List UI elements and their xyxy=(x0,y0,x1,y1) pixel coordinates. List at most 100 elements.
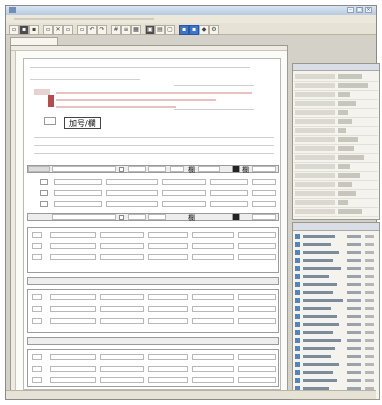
list-item[interactable] xyxy=(295,321,377,328)
text-field[interactable] xyxy=(128,214,146,220)
text-field[interactable] xyxy=(100,243,144,249)
cut-icon[interactable]: ✕ xyxy=(53,25,63,35)
grid-icon[interactable]: # xyxy=(111,25,121,35)
text-field[interactable] xyxy=(192,243,234,249)
property-row[interactable] xyxy=(294,163,378,172)
list-item[interactable] xyxy=(295,353,377,360)
list-item[interactable] xyxy=(295,377,377,384)
text-field[interactable] xyxy=(106,190,158,196)
text-field[interactable] xyxy=(100,377,144,383)
text-field[interactable] xyxy=(52,166,116,172)
tool-icon[interactable]: ◆ xyxy=(199,25,209,35)
property-row[interactable] xyxy=(294,100,378,109)
checkbox[interactable] xyxy=(119,167,124,172)
list-item[interactable] xyxy=(295,249,377,256)
text-field[interactable] xyxy=(148,354,188,360)
layout-icon[interactable]: ▤ xyxy=(155,25,165,35)
document-icon[interactable]: ▪ xyxy=(189,25,199,35)
text-field[interactable] xyxy=(148,243,188,249)
text-field[interactable] xyxy=(252,179,276,185)
text-field[interactable] xyxy=(148,366,188,372)
form-page[interactable]: 加号/欄 欄 欄 欄 xyxy=(23,58,281,390)
minimize-button[interactable]: – xyxy=(347,7,354,13)
text-field[interactable] xyxy=(148,214,166,220)
list-item[interactable] xyxy=(295,233,377,240)
text-field[interactable] xyxy=(50,232,96,238)
list-item[interactable] xyxy=(295,329,377,336)
checkbox[interactable] xyxy=(119,215,124,220)
text-field[interactable] xyxy=(50,243,96,249)
preview-icon[interactable]: ▣ xyxy=(145,25,155,35)
field-list-panel[interactable] xyxy=(292,222,380,400)
property-row[interactable] xyxy=(294,73,378,82)
text-field[interactable] xyxy=(238,294,276,300)
text-field[interactable] xyxy=(238,318,276,324)
image-icon[interactable]: ▪ xyxy=(179,25,189,35)
text-field[interactable] xyxy=(192,318,234,324)
table-icon[interactable]: ▦ xyxy=(131,25,141,35)
text-field[interactable] xyxy=(192,354,234,360)
property-row[interactable] xyxy=(294,199,378,208)
text-field[interactable] xyxy=(148,254,188,260)
property-row[interactable] xyxy=(294,145,378,154)
property-row[interactable] xyxy=(294,91,378,100)
save-icon[interactable]: ▪ xyxy=(29,25,39,35)
text-field[interactable] xyxy=(252,190,276,196)
property-row[interactable] xyxy=(294,172,378,181)
text-field[interactable] xyxy=(100,232,144,238)
text-field[interactable] xyxy=(210,201,248,207)
text-field[interactable] xyxy=(100,294,144,300)
text-field[interactable] xyxy=(238,243,276,249)
list-item[interactable] xyxy=(295,361,377,368)
print-icon[interactable]: ▫ xyxy=(43,25,53,35)
text-field[interactable] xyxy=(252,201,276,207)
list-item[interactable] xyxy=(295,289,377,296)
open-icon[interactable]: ▪ xyxy=(19,25,29,35)
paste-icon[interactable]: ▫ xyxy=(77,25,87,35)
text-field[interactable] xyxy=(148,306,188,312)
section-header-row[interactable] xyxy=(27,337,279,345)
text-field[interactable] xyxy=(148,377,188,383)
list-item[interactable] xyxy=(295,305,377,312)
list-item[interactable] xyxy=(295,281,377,288)
property-row[interactable] xyxy=(294,82,378,91)
text-field[interactable] xyxy=(148,166,166,172)
selection-box[interactable] xyxy=(44,117,56,125)
text-field[interactable] xyxy=(128,166,146,172)
document-tab[interactable] xyxy=(10,37,58,45)
text-field[interactable] xyxy=(192,306,234,312)
undo-icon[interactable]: ↶ xyxy=(87,25,97,35)
property-row[interactable] xyxy=(294,109,378,118)
text-field[interactable] xyxy=(238,377,276,383)
property-row[interactable] xyxy=(294,118,378,127)
list-item[interactable] xyxy=(295,313,377,320)
list-item[interactable] xyxy=(295,241,377,248)
text-field[interactable] xyxy=(54,179,102,185)
text-field[interactable] xyxy=(238,254,276,260)
redo-icon[interactable]: ↷ xyxy=(97,25,107,35)
property-row[interactable] xyxy=(294,190,378,199)
property-row[interactable] xyxy=(294,127,378,136)
list-item[interactable] xyxy=(295,337,377,344)
text-field[interactable] xyxy=(50,294,96,300)
text-field[interactable] xyxy=(238,354,276,360)
property-row[interactable] xyxy=(294,208,378,217)
align-icon[interactable]: ≡ xyxy=(121,25,131,35)
text-field[interactable] xyxy=(50,254,96,260)
text-field[interactable] xyxy=(192,232,234,238)
form-title[interactable]: 加号/欄 xyxy=(64,117,101,129)
copy-icon[interactable]: ▫ xyxy=(63,25,73,35)
list-item[interactable] xyxy=(295,273,377,280)
text-field[interactable] xyxy=(238,366,276,372)
text-field[interactable] xyxy=(148,232,188,238)
text-field[interactable] xyxy=(100,318,144,324)
text-field[interactable] xyxy=(100,306,144,312)
text-field[interactable] xyxy=(210,190,248,196)
text-field[interactable] xyxy=(50,354,96,360)
list-item[interactable] xyxy=(295,369,377,376)
text-field[interactable] xyxy=(106,179,158,185)
text-field[interactable] xyxy=(148,318,188,324)
new-icon[interactable]: ▫ xyxy=(9,25,19,35)
text-field[interactable] xyxy=(238,306,276,312)
text-field[interactable] xyxy=(52,214,116,220)
